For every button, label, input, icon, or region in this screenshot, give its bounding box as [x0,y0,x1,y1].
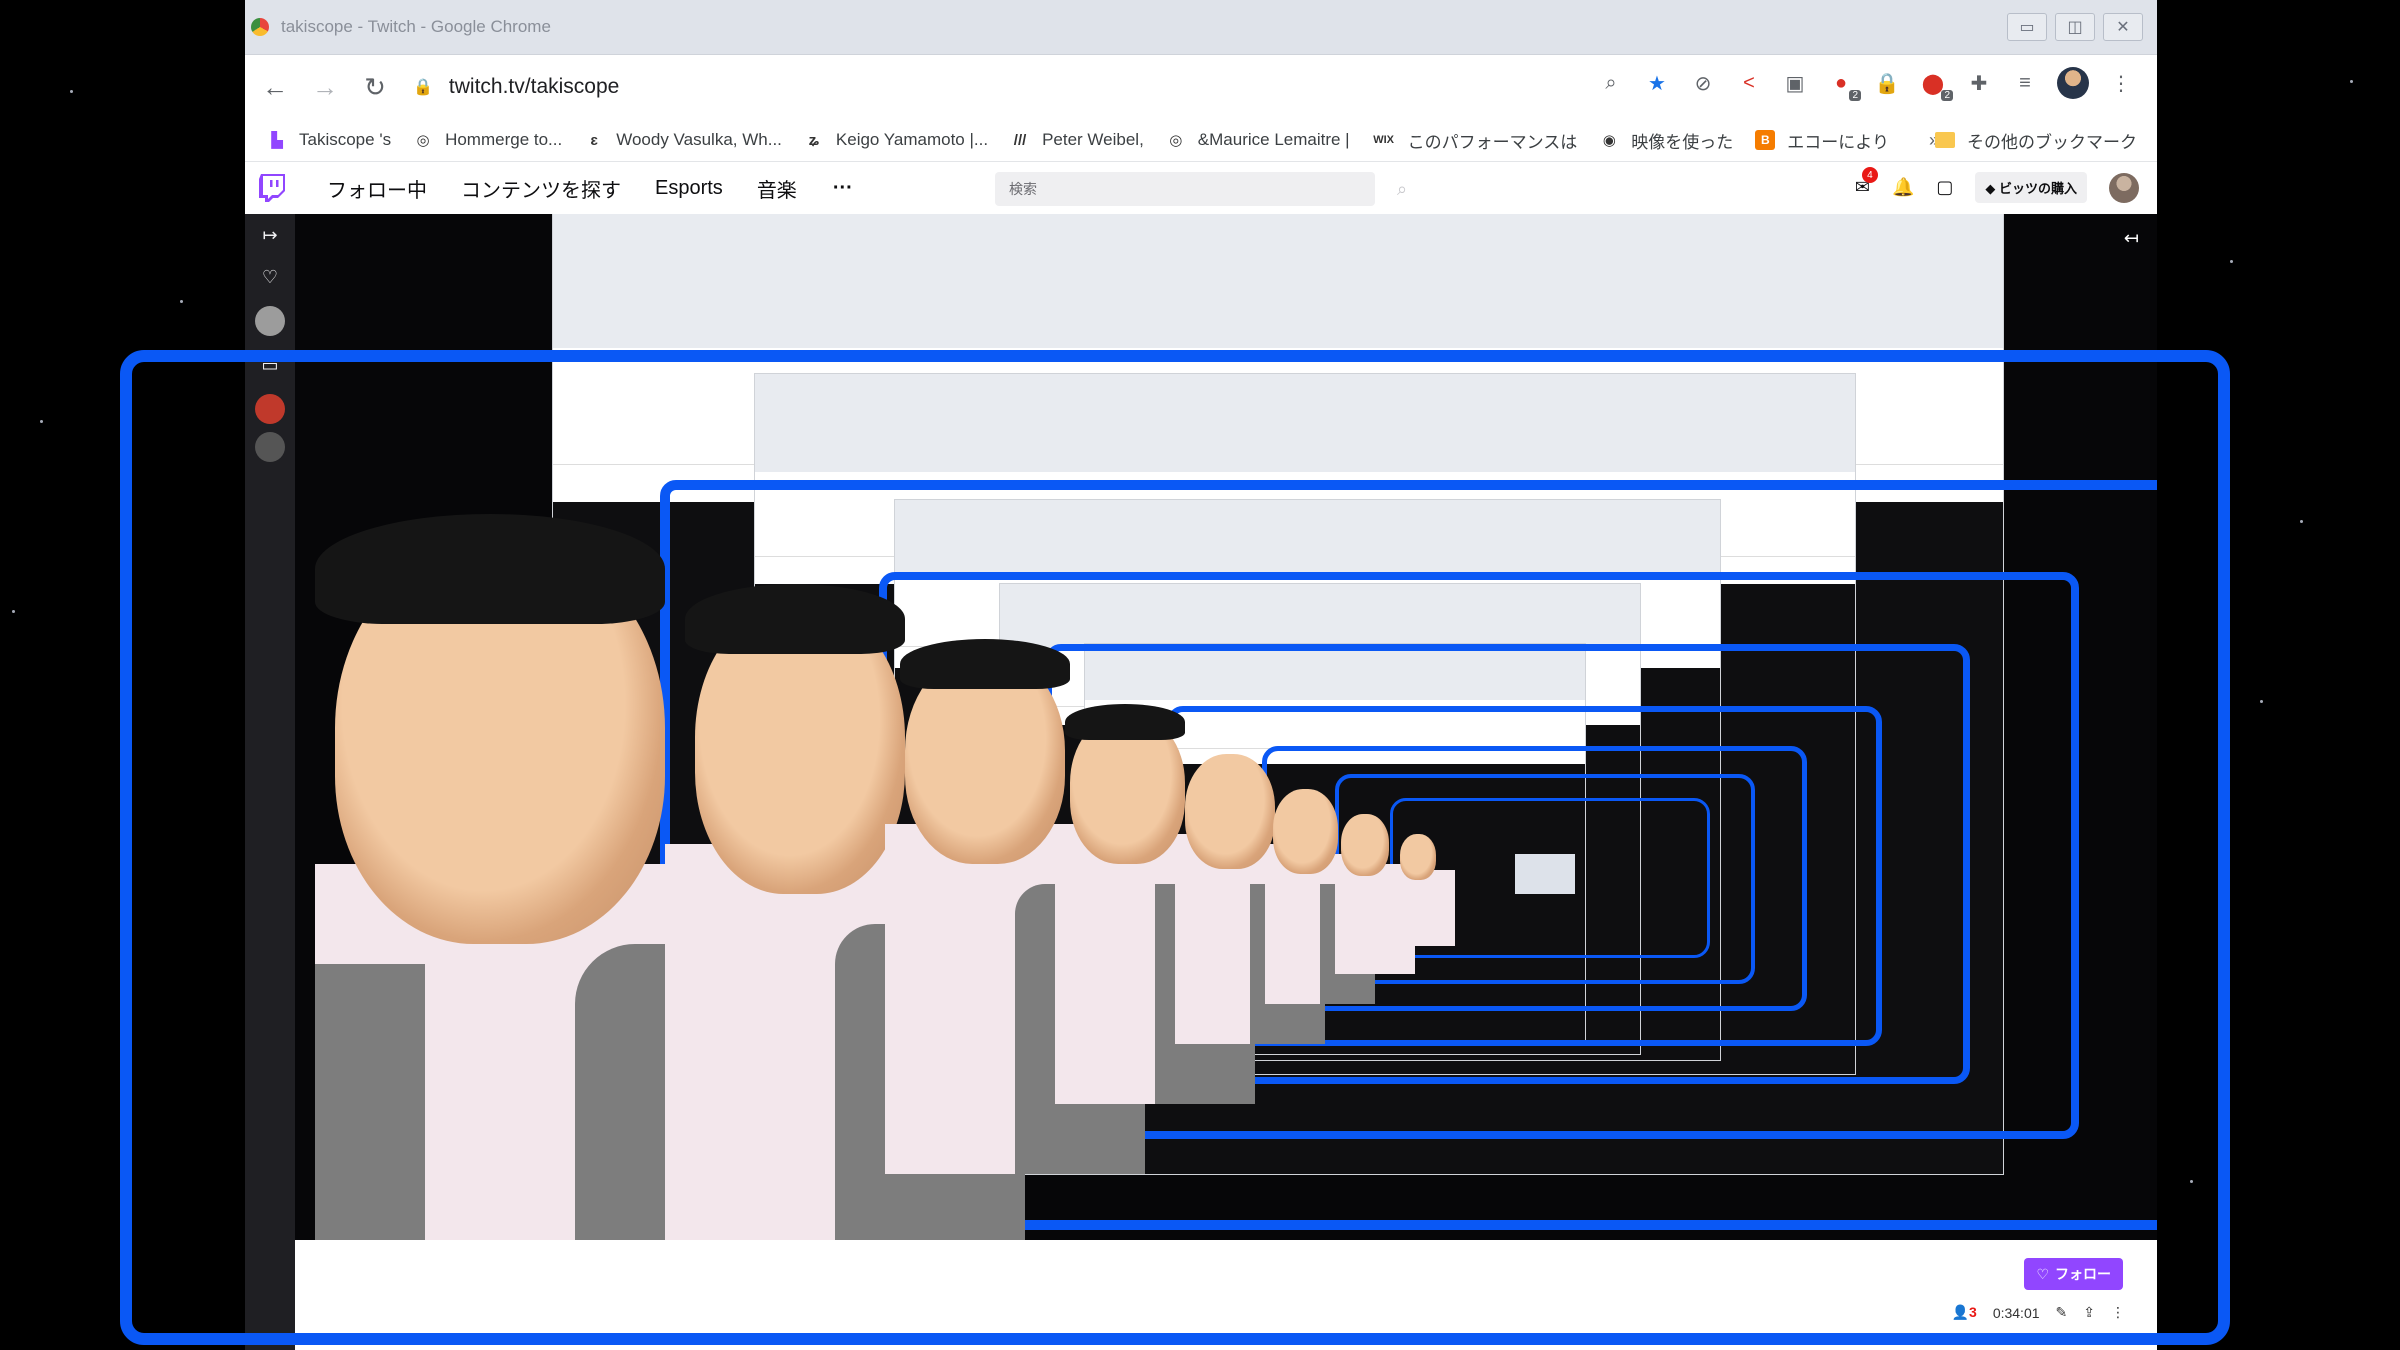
collapse-chat-icon[interactable]: ↤ [2124,228,2139,249]
minimize-button[interactable]: ▭ [2007,13,2047,41]
z-icon: ʑ [808,131,819,149]
browser-toolbar: ← → ↻ 🔒 twitch.tv/takiscope ⌕ ★ ⊘ < ▣ ● 2… [245,55,2157,119]
bookmark-item[interactable]: WIX このパフォーマンスは [1372,128,1577,153]
bookmarks-bar: ▙ Takiscope 's ◎ Hommerge to... ɛ Woody Vas… [245,119,2157,162]
bookmark-item[interactable]: ▙ Takiscope 's [267,130,391,150]
adblock-icon[interactable]: ⬤ 2 [1919,69,1953,101]
bookmark-item[interactable]: ◉ 映像を使った [1599,128,1734,153]
heart-icon[interactable]: ♡ [245,256,295,298]
twitch-top-nav: フォロー中 コンテンツを探す Esports 音楽 ··· 検索 ⌕ ✉ 4 🔔 … [245,162,2157,215]
nav-esports[interactable]: Esports [655,177,723,200]
maximize-button[interactable]: ◫ [2055,13,2095,41]
window-title: takiscope - Twitch - Google Chrome [281,17,551,36]
bookmark-item[interactable]: ◎ &Maurice Lemaitre | [1166,130,1349,150]
bookmark-item[interactable]: ///Peter Weibel, [1010,130,1144,150]
globe-icon: ◎ [416,132,430,149]
twitch-logo-icon[interactable] [257,172,287,204]
bell-icon[interactable]: 🔔 [1892,177,1914,198]
get-bits-button[interactable]: ◆ ビッツの購入 [1975,172,2087,203]
title-bar: takiscope - Twitch - Google Chrome ▭ ◫ ✕ [245,0,2157,55]
address-url[interactable]: twitch.tv/takiscope [449,75,619,99]
inbox-icon[interactable]: ✉ 4 [1855,167,1878,198]
expand-sidebar-icon[interactable]: ↦ [245,214,295,256]
forward-button[interactable]: → [305,67,345,107]
notification-badge: 4 [1861,167,1878,183]
nav-more-button[interactable]: ··· [833,177,853,200]
nav-music[interactable]: 音楽 [757,174,797,203]
wix-icon: WIX [1373,134,1394,146]
extensions-area: ⌕ ★ ⊘ < ▣ ● 2 🔒 ⬤ 2 ✚ ≡ ⋮ [1597,67,2135,101]
search-icon[interactable]: ⌕ [1389,176,1415,202]
search-placeholder: 検索 [1009,181,1037,197]
close-button[interactable]: ✕ [2103,13,2143,41]
chrome-icon [251,18,269,36]
channel-avatar[interactable] [255,306,285,336]
outer-blue-frame [120,350,2230,1345]
bookmark-item[interactable]: B エコーにより [1755,128,1889,153]
folder-icon [1935,132,1955,148]
cast-icon[interactable]: ▣ [1781,69,1809,97]
circle-icon: ◉ [1602,132,1616,149]
share-icon[interactable]: < [1735,69,1763,97]
nav-browse[interactable]: コンテンツを探す [461,174,621,203]
bookmark-item[interactable]: ɛ Woody Vasulka, Wh... [584,130,782,150]
reload-button[interactable]: ↻ [355,67,395,107]
menu-kebab-icon[interactable]: ⋮ [2107,69,2135,97]
lock-icon: 🔒 [413,79,433,96]
other-bookmarks[interactable]: その他のブックマーク [1935,128,2137,153]
twitch-icon: ▙ [271,132,283,149]
bookmark-star-icon[interactable]: ★ [1643,69,1671,97]
profile-avatar[interactable] [2057,67,2089,99]
address-bar[interactable]: 🔒 twitch.tv/takiscope [413,65,1663,109]
search-input[interactable]: 検索 ⌕ [995,172,1407,206]
extension-red-icon[interactable]: ● 2 [1827,69,1861,101]
back-button[interactable]: ← [255,67,295,107]
user-avatar[interactable] [2109,172,2139,203]
bookmark-item[interactable]: ʑ Keigo Yamamoto |... [804,130,988,150]
puzzle-icon[interactable]: ✚ [1965,69,1993,97]
nav-following[interactable]: フォロー中 [327,174,427,203]
zoom-icon[interactable]: ⌕ [1597,69,1625,97]
block-icon[interactable]: ⊘ [1689,69,1717,97]
bookmark-item[interactable]: ◎ Hommerge to... [413,130,563,150]
e-icon: ɛ [590,131,598,149]
whispers-icon[interactable]: ▢ [1936,177,1953,198]
globe-icon: ◎ [1169,132,1183,149]
blogger-icon: B [1755,130,1776,150]
lock-extension-icon[interactable]: 🔒 [1873,69,1901,97]
slash-icon: /// [1013,131,1027,149]
media-icon[interactable]: ≡ [2011,69,2039,97]
